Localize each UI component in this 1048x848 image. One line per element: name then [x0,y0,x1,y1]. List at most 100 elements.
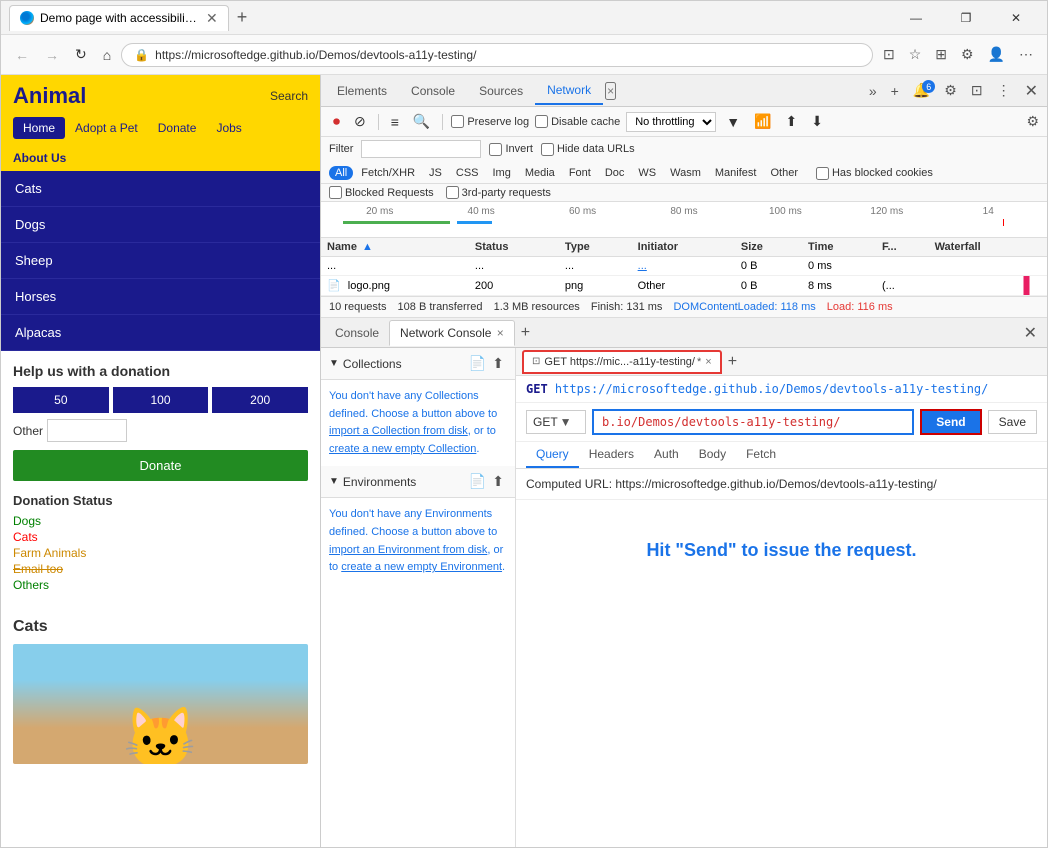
profile-button[interactable]: 👤 [982,42,1011,67]
new-tab-button[interactable]: + [231,5,254,30]
sub-tab-fetch[interactable]: Fetch [736,442,786,468]
filter-input[interactable] [361,140,481,158]
col-header-time[interactable]: Time [802,238,876,257]
add-bottom-tab-button[interactable]: + [515,322,536,344]
collections-header[interactable]: ▼ Collections 📄 ⬆ [321,348,515,380]
import-button[interactable]: ⬇ [807,111,827,132]
network-settings-button[interactable]: ⚙ [1026,113,1039,130]
has-blocked-cookies-input[interactable] [816,167,829,180]
site-about[interactable]: About Us [1,147,320,171]
stop-button[interactable]: ⊘ [350,111,370,132]
hide-data-urls-input[interactable] [541,143,554,156]
donate-button[interactable]: Donate [13,450,308,481]
collections-import-button[interactable]: ⬆ [489,354,507,373]
donation-50-button[interactable]: 50 [13,387,109,413]
record-button[interactable]: ⏺ [329,111,344,132]
devtools-more-options-button[interactable]: ⋮ [992,80,1016,101]
preserve-log-input[interactable] [451,115,464,128]
bottom-tab-console[interactable]: Console [325,321,389,345]
tab-console[interactable]: Console [399,78,467,104]
site-nav-donate[interactable]: Donate [148,117,207,139]
favorites-button[interactable]: ☆ [903,42,928,67]
disable-cache-input[interactable] [535,115,548,128]
nc-request-tab-1[interactable]: ⊡ GET https://mic...-a11y-testing/ * × [522,350,722,374]
col-header-f[interactable]: F... [876,238,929,257]
invert-input[interactable] [489,143,502,156]
col-header-size[interactable]: Size [735,238,802,257]
throttle-select[interactable]: No throttling [626,112,716,132]
filter-css[interactable]: CSS [450,166,485,180]
devtools-more-tabs-button[interactable]: » [864,81,882,101]
environments-create-link[interactable]: create a new empty Environment [341,561,502,573]
tab-cast-button[interactable]: ⊡ [877,42,901,67]
address-bar[interactable]: 🔒 https://microsoftedge.github.io/Demos/… [121,43,873,67]
network-console-tab-close[interactable]: × [497,326,504,340]
devtools-add-tab-button[interactable]: + [886,81,904,101]
col-header-name[interactable]: Name ▲ [321,238,469,257]
environments-import-link[interactable]: import an Environment from disk [329,544,487,556]
minimize-button[interactable]: — [893,3,939,33]
save-button[interactable]: Save [988,410,1037,434]
throttle-more-button[interactable]: ▼ [722,112,744,132]
sub-tab-headers[interactable]: Headers [579,442,644,468]
hide-data-urls-checkbox[interactable]: Hide data URLs [541,143,635,156]
close-bottom-panels-button[interactable]: ✕ [1018,321,1043,345]
maximize-button[interactable]: ❐ [943,3,989,33]
export-button[interactable]: ⬆ [782,111,802,132]
browser-tab[interactable]: Demo page with accessibility iss ✕ [9,5,229,31]
refresh-button[interactable]: ↻ [69,42,93,67]
extensions-button[interactable]: ⚙ [955,42,980,67]
new-request-tab-button[interactable]: + [724,353,741,371]
site-search-label[interactable]: Search [270,89,308,103]
third-party-input[interactable] [446,186,459,199]
site-list-cats[interactable]: Cats [1,171,320,207]
site-list-horses[interactable]: Horses [1,279,320,315]
request-tab-close[interactable]: × [705,356,711,368]
has-blocked-cookies-checkbox[interactable]: Has blocked cookies [816,167,933,180]
devtools-notifications-button[interactable]: 🔔 6 [908,80,935,101]
invert-checkbox[interactable]: Invert [489,143,533,156]
filter-doc[interactable]: Doc [599,166,631,180]
url-input[interactable] [592,409,914,435]
sub-tab-body[interactable]: Body [689,442,736,468]
col-header-initiator[interactable]: Initiator [632,238,735,257]
tab-sources[interactable]: Sources [467,78,535,104]
search-button[interactable]: 🔍 [409,111,434,132]
filter-all[interactable]: All [329,166,353,180]
filter-ws[interactable]: WS [632,166,662,180]
third-party-checkbox[interactable]: 3rd-party requests [446,186,551,199]
site-nav-home[interactable]: Home [13,117,65,139]
devtools-close-button[interactable]: ✕ [1020,79,1043,103]
forward-button[interactable]: → [39,43,65,67]
blocked-requests-input[interactable] [329,186,342,199]
col-header-waterfall[interactable]: Waterfall [929,238,1047,257]
environments-header[interactable]: ▼ Environments 📄 ⬆ [321,466,515,498]
back-button[interactable]: ← [9,43,35,67]
tab-network[interactable]: Network [535,77,603,105]
send-button[interactable]: Send [920,409,981,435]
tab-close-icon[interactable]: ✕ [206,10,218,27]
filter-js[interactable]: JS [423,166,448,180]
site-nav-adopt[interactable]: Adopt a Pet [65,117,148,139]
collections-new-button[interactable]: 📄 [466,354,489,373]
filter-wasm[interactable]: Wasm [664,166,707,180]
table-row[interactable]: 📄 logo.png 200 png Other 0 B 8 ms (... [321,276,1047,296]
environments-new-button[interactable]: 📄 [466,472,489,491]
site-list-sheep[interactable]: Sheep [1,243,320,279]
close-button[interactable]: ✕ [993,3,1039,33]
bottom-tab-network-console[interactable]: Network Console × [389,320,515,346]
tab-network-close-icon[interactable]: × [605,82,616,100]
filter-font[interactable]: Font [563,166,597,180]
table-row[interactable]: ... ... ... ... 0 B 0 ms [321,257,1047,276]
col-header-status[interactable]: Status [469,238,559,257]
blocked-requests-checkbox[interactable]: Blocked Requests [329,186,434,199]
clear-button[interactable]: ≡ [387,112,403,132]
network-conditions-button[interactable]: 📶 [750,111,775,132]
site-list-dogs[interactable]: Dogs [1,207,320,243]
devtools-settings-button[interactable]: ⚙ [939,80,962,101]
filter-media[interactable]: Media [519,166,561,180]
preserve-log-checkbox[interactable]: Preserve log [451,115,529,128]
collections-create-link[interactable]: create a new empty Collection [329,443,476,455]
home-button[interactable]: ⌂ [97,43,117,67]
disable-cache-checkbox[interactable]: Disable cache [535,115,620,128]
